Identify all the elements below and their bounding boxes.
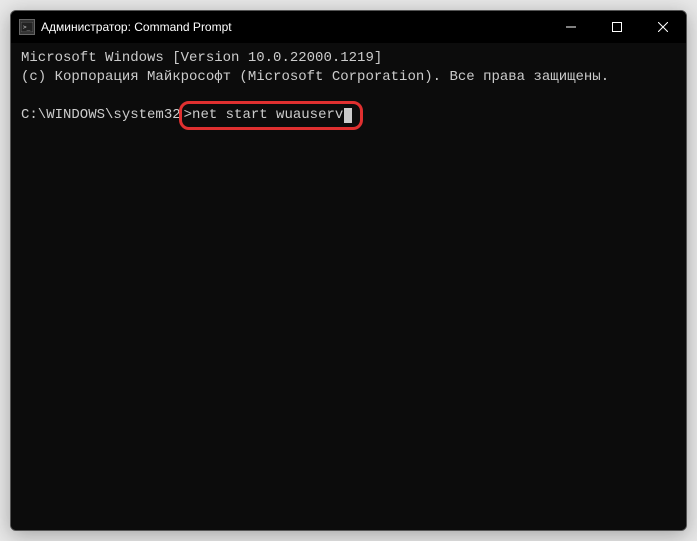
titlebar[interactable]: >_ Администратор: Command Prompt (11, 11, 686, 43)
cursor (344, 108, 352, 123)
prompt-line: C:\WINDOWS\system32>net start wuauserv (21, 101, 676, 130)
window-controls (548, 11, 686, 43)
copyright-line: (c) Корпорация Майкрософт (Microsoft Cor… (21, 68, 676, 87)
terminal-output[interactable]: Microsoft Windows [Version 10.0.22000.12… (11, 43, 686, 530)
version-line: Microsoft Windows [Version 10.0.22000.12… (21, 49, 676, 68)
close-button[interactable] (640, 11, 686, 43)
prompt-path: C:\WINDOWS\system32 (21, 106, 181, 125)
maximize-button[interactable] (594, 11, 640, 43)
prompt-separator: > (184, 106, 192, 125)
minimize-button[interactable] (548, 11, 594, 43)
command-text: net start wuauserv (192, 106, 343, 125)
command-prompt-window: >_ Администратор: Command Prompt (10, 10, 687, 531)
command-highlight: >net start wuauserv (179, 101, 364, 130)
svg-text:>_: >_ (23, 24, 31, 31)
cmd-icon: >_ (19, 19, 35, 35)
window-title: Администратор: Command Prompt (41, 20, 548, 34)
